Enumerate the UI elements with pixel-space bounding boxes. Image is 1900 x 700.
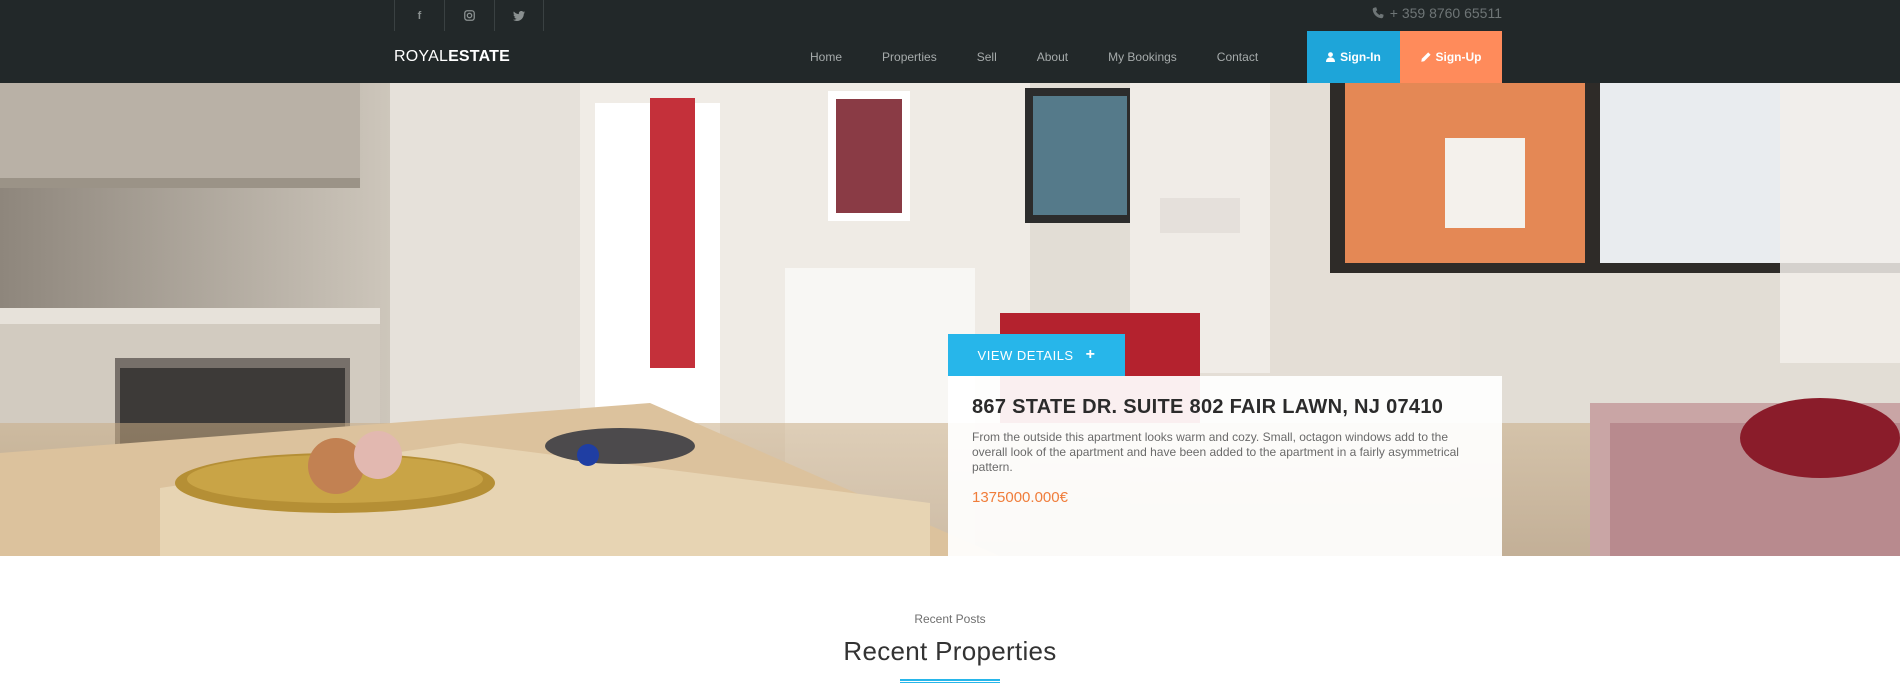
twitter-link[interactable] [494,0,544,31]
recent-properties-header: Recent Posts Recent Properties [0,612,1900,683]
property-card: 867 STATE DR. SUITE 802 FAIR LAWN, NJ 07… [948,376,1502,556]
phone-text: + 359 8760 65511 [1389,5,1502,21]
hero-banner: VIEW DETAILS + 867 STATE DR. SUITE 802 F… [0,83,1900,556]
section-eyebrow: Recent Posts [914,612,986,626]
user-icon [1326,52,1336,62]
property-description: From the outside this apartment looks wa… [972,430,1459,474]
phone-icon [1372,7,1384,19]
logo-bold-text: ESTATE [448,48,511,65]
sign-up-button[interactable]: Sign-Up [1400,31,1502,83]
view-details-label: VIEW DETAILS [977,347,1074,363]
nav-contact[interactable]: Contact [1197,50,1278,64]
phone-number: + 359 8760 65511 [1372,0,1502,26]
property-address: 867 STATE DR. SUITE 802 FAIR LAWN, NJ 07… [972,396,1444,418]
facebook-link[interactable]: f [394,0,444,31]
instagram-icon [464,10,475,21]
nav-home[interactable]: Home [790,50,862,64]
logo-light-text: ROYAL [394,48,449,65]
nav-sell[interactable]: Sell [957,50,1017,64]
section-title: Recent Properties [843,636,1057,666]
property-price: 1375000.000€ [972,489,1068,506]
nav-my-bookings[interactable]: My Bookings [1088,50,1197,64]
instagram-link[interactable] [444,0,494,31]
social-links: f [394,0,544,31]
nav-about[interactable]: About [1017,50,1088,64]
top-bar: f + 359 8760 65511 [0,0,1900,31]
view-details-button[interactable]: VIEW DETAILS + [948,334,1125,376]
section-divider [900,679,1000,683]
twitter-icon [513,10,525,21]
nav-properties[interactable]: Properties [862,50,957,64]
sign-in-button[interactable]: Sign-In [1307,31,1400,83]
facebook-icon: f [417,9,422,22]
site-logo[interactable]: ROYALESTATE [394,48,510,66]
main-navbar: ROYALESTATE Home Properties Sell About M… [0,31,1900,83]
pencil-icon [1420,52,1431,62]
sign-in-label: Sign-In [1340,50,1381,64]
plus-icon: + [1085,346,1096,363]
sign-up-label: Sign-Up [1435,50,1482,64]
nav-menu: Home Properties Sell About My Bookings C… [790,31,1278,83]
